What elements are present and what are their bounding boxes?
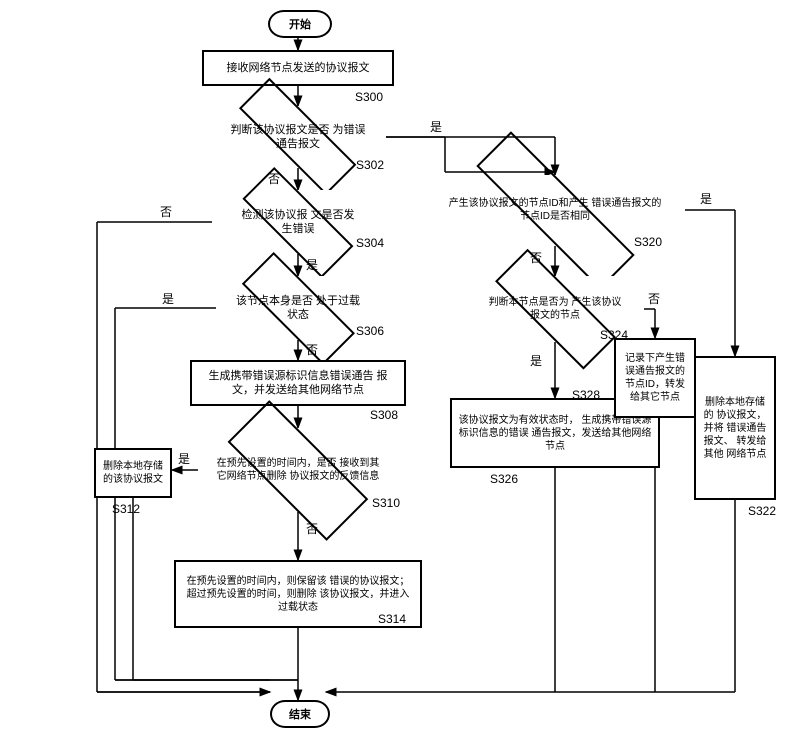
ref-s326: S326	[490, 472, 518, 486]
decision-s304: 检测该协议报 文是否发生错误	[218, 190, 378, 254]
d320-yes: 是	[700, 190, 712, 207]
process-s328: 记录下产生错 误通告报文的 节点ID，转发 给其它节点	[614, 338, 696, 418]
ref-s312: S312	[112, 502, 140, 516]
d302-yes: 是	[430, 118, 442, 135]
p322-text: 删除本地存储的 协议报文，并将 错误通告报文、 转发给其他 网络节点	[702, 396, 768, 461]
d324-yes: 是	[530, 352, 542, 369]
start-terminator: 开始	[268, 10, 332, 38]
d306-yes: 是	[162, 290, 174, 307]
d302-text: 判断该协议报文是否 为错误通告报文	[210, 106, 386, 168]
end-label: 结束	[289, 706, 311, 722]
d306-no: 否	[306, 341, 318, 358]
decision-s310: 在预先设置的时间内，是否 接收到其它网络节点删除 协议报文的反馈信息	[198, 428, 398, 512]
flowchart-canvas: 开始 接收网络节点发送的协议报文 S300 判断该协议报文是否 为错误通告报文 …	[0, 0, 800, 737]
p328-text: 记录下产生错 误通告报文的 节点ID，转发 给其它节点	[622, 352, 688, 404]
process-s300: 接收网络节点发送的协议报文	[202, 50, 394, 86]
ref-s300: S300	[355, 90, 383, 104]
process-s322: 删除本地存储的 协议报文，并将 错误通告报文、 转发给其他 网络节点	[694, 356, 776, 500]
end-terminator: 结束	[270, 700, 330, 728]
decision-s306: 该节点本身是否 处于过载状态	[216, 276, 380, 340]
ref-s328: S328	[572, 388, 600, 402]
d304-no: 否	[160, 203, 172, 220]
d310-no: 否	[306, 520, 318, 537]
d310-yes: 是	[178, 450, 190, 467]
d304-yes: 是	[306, 256, 318, 273]
p326-text: 该协议报文为有效状态时， 生成携带错误源标识信息的错误 通告报文，发送给其他网络…	[458, 414, 652, 453]
d310-text: 在预先设置的时间内，是否 接收到其它网络节点删除 协议报文的反馈信息	[198, 428, 398, 512]
p300-text: 接收网络节点发送的协议报文	[227, 61, 370, 75]
d324-text: 判断本节点是否为 产生该协议报文的节点	[466, 276, 644, 342]
decision-s324: 判断本节点是否为 产生该协议报文的节点	[466, 276, 644, 342]
ref-s314: S314	[378, 612, 406, 626]
ref-s322: S322	[748, 504, 776, 518]
p308-text: 生成携带错误源标识信息错误通告 报文，并发送给其他网络节点	[198, 369, 398, 398]
decision-s302: 判断该协议报文是否 为错误通告报文	[210, 106, 386, 168]
d304-text: 检测该协议报 文是否发生错误	[218, 190, 378, 254]
decision-s320: 产生该协议报文的节点ID和产生 错误通告报文的节点ID是否相同	[430, 175, 680, 245]
process-s312: 删除本地存储 的该协议报文	[94, 448, 172, 498]
d320-text: 产生该协议报文的节点ID和产生 错误通告报文的节点ID是否相同	[430, 175, 680, 245]
d306-text: 该节点本身是否 处于过载状态	[216, 276, 380, 340]
process-s308: 生成携带错误源标识信息错误通告 报文，并发送给其他网络节点	[190, 360, 406, 406]
d324-no: 否	[648, 290, 660, 307]
start-label: 开始	[289, 16, 311, 32]
p314-text: 在预先设置的时间内，则保留该 错误的协议报文；超过预先设置的时间，则删除 该协议…	[182, 575, 414, 614]
p312-text: 删除本地存储 的该协议报文	[102, 460, 164, 486]
ref-s308: S308	[370, 408, 398, 422]
